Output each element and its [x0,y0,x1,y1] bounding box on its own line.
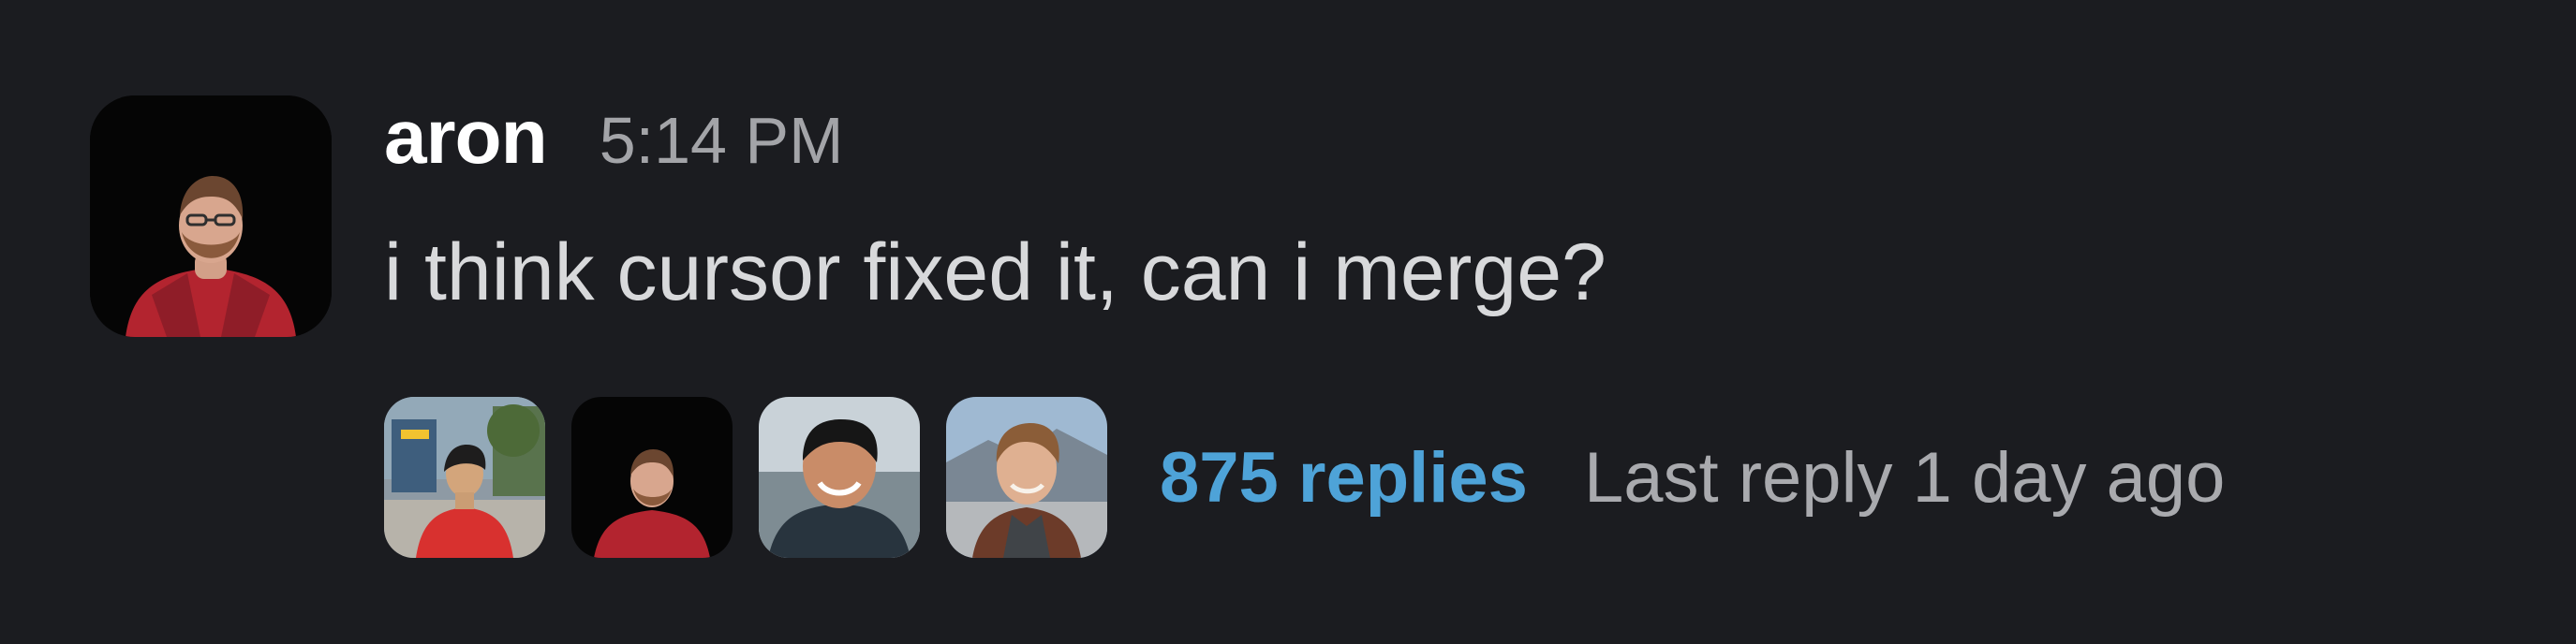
participant-avatar-2 [571,397,733,558]
author-name[interactable]: aron [384,94,548,182]
replies-link[interactable]: 875 replies [1160,437,1528,519]
participant-avatar-1 [384,397,545,558]
participant-avatar-3 [759,397,920,558]
message-text: i think cursor fixed it, can i merge? [384,227,1606,317]
message-item: aron 5:14 PM i think cursor fixed it, ca… [0,0,2576,644]
author-avatar[interactable] [90,95,332,337]
message-content: aron 5:14 PM i think cursor fixed it, ca… [384,94,1606,319]
message-header: aron 5:14 PM [384,94,1606,215]
thread-summary[interactable]: 875 replies Last reply 1 day ago [384,395,2225,560]
message-timestamp[interactable]: 5:14 PM [600,103,844,178]
participant-avatar-4 [946,397,1107,558]
last-reply-text: Last reply 1 day ago [1583,437,2226,518]
